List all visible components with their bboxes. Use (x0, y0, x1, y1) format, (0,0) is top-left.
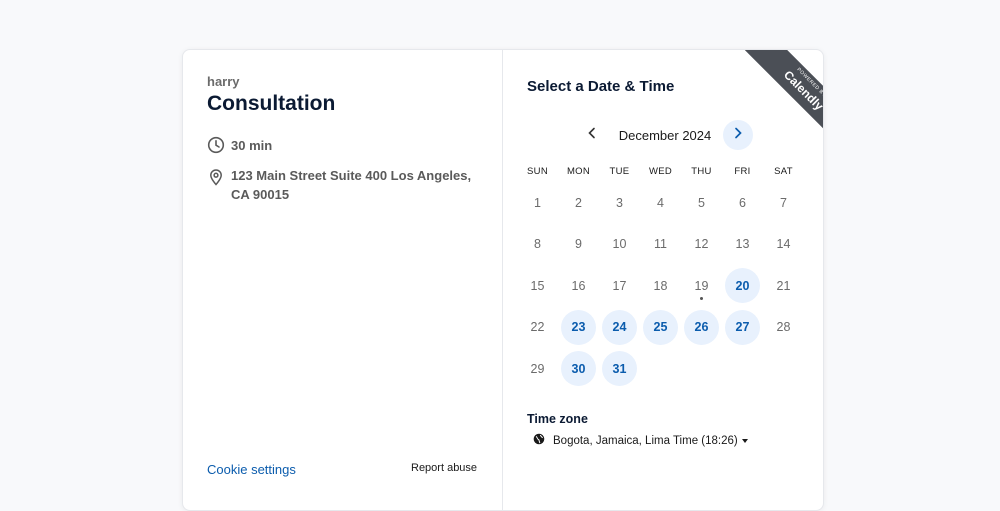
weekday-label: WED (648, 166, 673, 177)
day-number: 29 (530, 361, 545, 376)
weekday-label: TUE (609, 166, 630, 177)
day-number: 21 (776, 278, 791, 293)
weekday-label: SUN (527, 166, 548, 177)
day-number: 10 (612, 237, 627, 252)
location-text: 123 Main Street Suite 400 Los Angeles, C… (231, 168, 472, 202)
calendar-day: 2 (558, 182, 599, 224)
day-number: 23 (561, 309, 596, 345)
day-number: 16 (571, 278, 586, 293)
calendar-day-available[interactable]: 31 (599, 348, 640, 390)
calendar-day: 5 (681, 182, 722, 224)
calendar-day: 8 (517, 224, 558, 266)
calendar-day: 17 (599, 265, 640, 307)
powered-by-ribbon[interactable]: POWERED BY Calendly (733, 50, 823, 140)
calendar-day: 21 (763, 265, 804, 307)
day-number: 31 (602, 351, 637, 387)
calendar-day-available[interactable]: 24 (599, 307, 640, 349)
calendar-day-available[interactable]: 27 (722, 307, 763, 349)
day-number: 28 (776, 320, 791, 335)
ribbon-brand: Calendly (780, 67, 823, 114)
calendar-day: 9 (558, 224, 599, 266)
calendar-day: 16 (558, 265, 599, 307)
event-details-panel: harry Consultation 30 min 123 Main Stree… (183, 50, 503, 510)
prev-month-button[interactable] (577, 120, 607, 150)
day-number: 25 (643, 309, 678, 345)
day-number: 22 (530, 320, 545, 335)
day-number: 30 (561, 351, 596, 387)
scheduler-title: Select a Date & Time (527, 78, 675, 95)
calendar-day-available[interactable]: 20 (722, 265, 763, 307)
day-number: 17 (612, 278, 627, 293)
calendar-day: 3 (599, 182, 640, 224)
weekday-label: MON (566, 166, 591, 177)
map-pin-icon (207, 168, 225, 186)
event-title: Consultation (207, 92, 336, 115)
calendar-day-available[interactable]: 26 (681, 307, 722, 349)
weekday-label: SAT (774, 166, 793, 177)
calendar-day-available[interactable]: 25 (640, 307, 681, 349)
day-number: 26 (684, 309, 719, 345)
calendar-day: 18 (640, 265, 681, 307)
event-location: 123 Main Street Suite 400 Los Angeles, C… (207, 166, 491, 204)
weekday-label: FRI (734, 166, 751, 177)
calendar-day: 11 (640, 224, 681, 266)
day-number: 1 (534, 195, 541, 210)
day-number: 7 (780, 195, 787, 210)
calendar-day: 7 (763, 182, 804, 224)
calendar-day: 28 (763, 307, 804, 349)
calendar-day: 1 (517, 182, 558, 224)
day-number: 13 (735, 237, 750, 252)
calendar-day: 14 (763, 224, 804, 266)
today-indicator (700, 296, 703, 300)
calendar-day: 13 (722, 224, 763, 266)
timezone-value: Bogota, Jamaica, Lima Time (18:26) (553, 434, 738, 447)
day-number: 19 (694, 278, 709, 293)
calendar-day: 29 (517, 348, 558, 390)
timezone-label: Time zone (527, 412, 588, 426)
caret-down-icon (741, 438, 748, 443)
day-number: 6 (739, 195, 746, 210)
calendly-badge: POWERED BY Calendly (744, 50, 823, 140)
day-number: 18 (653, 278, 668, 293)
report-abuse-link[interactable]: Report abuse (411, 462, 477, 474)
event-duration: 30 min (207, 136, 491, 155)
day-number: 8 (534, 237, 541, 252)
calendar-day: 10 (599, 224, 640, 266)
day-number: 9 (575, 237, 582, 252)
calendar-day: 15 (517, 265, 558, 307)
day-number: 20 (725, 268, 760, 304)
duration-text: 30 min (231, 138, 273, 153)
day-number: 3 (616, 195, 623, 210)
day-number: 11 (654, 237, 667, 252)
organizer-name: harry (207, 74, 240, 89)
day-number: 2 (575, 195, 582, 210)
month-navigation: December 2024 (577, 120, 753, 150)
timezone-select[interactable]: Bogota, Jamaica, Lima Time (18:26) (533, 433, 748, 448)
scheduler-panel: Select a Date & Time December 2024 SUN MO… (503, 50, 823, 510)
calendar-day: 4 (640, 182, 681, 224)
calendar-day: 12 (681, 224, 722, 266)
day-number: 12 (694, 237, 709, 252)
booking-card: harry Consultation 30 min 123 Main Stree… (182, 49, 824, 511)
day-number: 14 (776, 237, 791, 252)
globe-icon (533, 433, 545, 448)
weekday-header: SUN MON TUE WED THU FRI SAT (517, 166, 804, 177)
cookie-settings-link[interactable]: Cookie settings (207, 462, 296, 477)
weekday-label: THU (691, 166, 712, 177)
calendar-day: 22 (517, 307, 558, 349)
day-number: 5 (698, 195, 705, 210)
calendar-day: 19 (681, 265, 722, 307)
day-number: 4 (657, 195, 664, 210)
chevron-left-icon (586, 126, 598, 144)
clock-icon (207, 136, 225, 154)
calendar-day-available[interactable]: 30 (558, 348, 599, 390)
current-month: December 2024 (618, 127, 712, 143)
day-number: 24 (602, 309, 637, 345)
calendar-day: 6 (722, 182, 763, 224)
calendar-day-available[interactable]: 23 (558, 307, 599, 349)
day-number: 27 (725, 309, 760, 345)
day-number: 15 (530, 278, 545, 293)
calendar-grid: 1 2 3 4 5 6 7 8 9 10 11 12 13 14 15 16 17 18 19 20 21 22 23 24 2… (517, 182, 804, 390)
